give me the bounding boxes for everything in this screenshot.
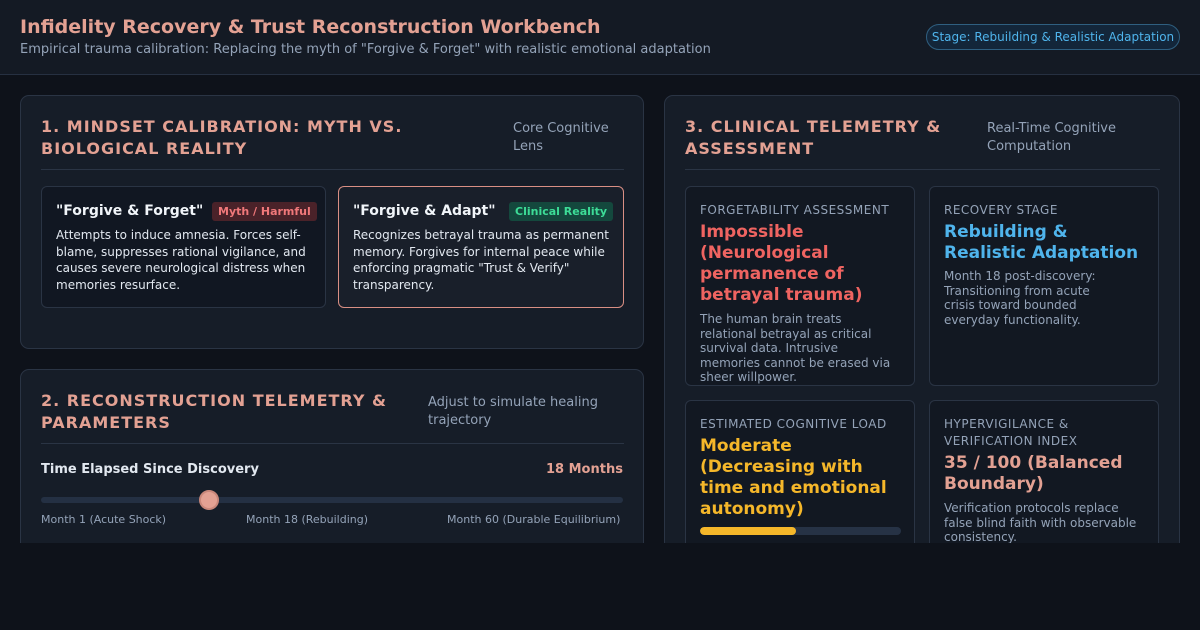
- load-value: Moderate (Decreasing with time and emoti…: [700, 436, 887, 519]
- load-bar: [700, 527, 901, 535]
- assessment-card: 3. CLINICAL TELEMETRY & ASSESSMENT Real-…: [664, 95, 1180, 615]
- vigilance-value: 35 / 100 (Balanced Boundary): [944, 453, 1123, 494]
- telemetry-card-note: Adjust to simulate healing trajectory: [428, 395, 598, 428]
- mindset-divider: [41, 169, 624, 170]
- myth-title: "Forgive & Forget": [56, 203, 204, 219]
- vigilance-desc: Verification protocols replace false bli…: [944, 501, 1137, 544]
- mindset-card: 1. MINDSET CALIBRATION: MYTH VS. BIOLOGI…: [20, 95, 644, 349]
- telemetry-divider: [41, 443, 624, 444]
- vigilance-label: HYPERVIGILANCE & VERIFICATION INDEX: [944, 417, 1078, 448]
- assessment-card-title: 3. CLINICAL TELEMETRY & ASSESSMENT: [685, 117, 942, 158]
- forgetability-metric: FORGETABILITY ASSESSMENT Impossible (Neu…: [685, 186, 915, 386]
- mindset-card-note: Core Cognitive Lens: [513, 121, 609, 154]
- tick-label-end: Month 60 (Durable Equilibrium): [447, 513, 621, 526]
- telemetry-card-title: 2. RECONSTRUCTION TELEMETRY & PARAMETERS: [41, 391, 387, 432]
- time-slider-thumb[interactable]: [198, 490, 219, 510]
- reality-badge: Clinical Reality: [509, 202, 614, 221]
- myth-body: Attempts to induce amnesia. Forces self-…: [56, 228, 306, 292]
- myth-box: "Forgive & Forget" Myth / Harmful Attemp…: [41, 186, 326, 308]
- assessment-divider: [685, 169, 1160, 170]
- stage-desc: Month 18 post-discovery: Transitioning f…: [944, 269, 1096, 327]
- mindset-card-title: 1. MINDSET CALIBRATION: MYTH VS. BIOLOGI…: [41, 117, 403, 158]
- stage-value: Rebuilding & Realistic Adaptation: [944, 222, 1139, 263]
- forgetability-desc: The human brain treats relational betray…: [700, 312, 891, 384]
- tick-label-mid: Month 18 (Rebuilding): [246, 513, 369, 526]
- reality-body: Recognizes betrayal trauma as permanent …: [353, 228, 609, 292]
- app-header: Infidelity Recovery & Trust Reconstructi…: [0, 0, 1200, 75]
- load-bar-fill: [700, 527, 797, 535]
- slider-value: 18 Months: [546, 462, 623, 477]
- forgetability-label: FORGETABILITY ASSESSMENT: [700, 203, 890, 217]
- app-subtitle: Empirical trauma calibration: Replacing …: [20, 42, 711, 57]
- stage-badge: Stage: Rebuilding & Realistic Adaptation: [926, 24, 1180, 50]
- stage-label: RECOVERY STAGE: [944, 203, 1058, 217]
- myth-badge: Myth / Harmful: [212, 202, 317, 221]
- tick-label-start: Month 1 (Acute Shock): [41, 513, 167, 526]
- reality-box: "Forgive & Adapt" Clinical Reality Recog…: [338, 186, 624, 308]
- assessment-card-note: Real-Time Cognitive Computation: [987, 121, 1117, 154]
- reality-title: "Forgive & Adapt": [353, 203, 496, 219]
- load-label: ESTIMATED COGNITIVE LOAD: [700, 417, 887, 431]
- stage-metric: RECOVERY STAGE Rebuilding & Realistic Ad…: [929, 186, 1159, 386]
- slider-label: Time Elapsed Since Discovery: [41, 462, 259, 477]
- forgetability-value: Impossible (Neurological permanence of b…: [700, 222, 863, 305]
- app-title: Infidelity Recovery & Trust Reconstructi…: [20, 16, 601, 38]
- viewport-cutoff: [0, 543, 1200, 630]
- time-slider[interactable]: [41, 497, 623, 503]
